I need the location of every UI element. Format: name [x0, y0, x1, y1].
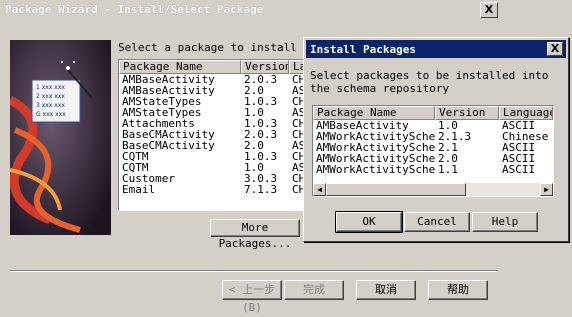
- table-row[interactable]: BaseCMActivity 2.0 AS: [119, 140, 309, 151]
- table-cell: AMBaseActivity: [122, 74, 215, 85]
- column-header-package-name[interactable]: Package Name: [313, 106, 435, 120]
- table-cell: 1.0.3: [244, 118, 278, 129]
- table-row[interactable]: CQTM 1.0 AS: [119, 162, 309, 173]
- dialog-title: Install Packages: [310, 43, 416, 56]
- help-button[interactable]: 帮助: [428, 280, 488, 300]
- table-cell: 2.0: [244, 85, 264, 96]
- scroll-thumb[interactable]: [326, 183, 466, 196]
- column-header-package-name[interactable]: Package Name: [119, 60, 241, 74]
- table-cell: CQTM: [122, 151, 149, 162]
- wizard-title: Package Wizard - Install/Select Package: [5, 3, 264, 16]
- table-cell: 2.0.3: [244, 74, 278, 85]
- dialog-title-bar: Install Packages: [306, 40, 566, 58]
- table-row[interactable]: AMBaseActivity 2.0.3 CH: [119, 74, 309, 85]
- art-line: G xxx xxx: [36, 111, 66, 118]
- art-line: 3 xxx xxx: [36, 102, 65, 109]
- column-header-language[interactable]: Language: [499, 106, 553, 120]
- table-cell: 2.0: [244, 140, 264, 151]
- scroll-left-icon[interactable]: ◀: [313, 183, 326, 196]
- table-cell: CQTM: [122, 162, 149, 173]
- table-cell: AMStateTypes: [122, 107, 202, 118]
- table-cell: 1.0: [244, 107, 264, 118]
- table-row[interactable]: CQTM 1.0.3 CH: [119, 151, 309, 162]
- table-cell: 1.0.3: [244, 96, 278, 107]
- wizard-title-bar: Package Wizard - Install/Select Package: [0, 0, 500, 20]
- table-row[interactable]: AMWorkActivitySchedule2.1 ASCII: [313, 142, 553, 153]
- table-cell: 7.1.3: [244, 184, 278, 195]
- art-line: 2 xxx xxx: [36, 93, 65, 100]
- dialog-close-button[interactable]: X: [547, 42, 563, 56]
- table-cell: ASCII: [502, 153, 536, 164]
- table-cell: 1.1: [438, 164, 458, 175]
- table-row[interactable]: AMStateTypes 1.0 AS: [119, 107, 309, 118]
- column-header-version[interactable]: Version: [435, 106, 499, 120]
- table-cell: AMWorkActivitySchedule: [316, 153, 435, 164]
- table-row[interactable]: Customer 3.0.3 CH: [119, 173, 309, 184]
- table-cell: AMWorkActivitySchedule: [316, 131, 435, 142]
- table-cell: 2.1.3: [438, 131, 472, 142]
- table-row[interactable]: Attachments 1.0.3 CH: [119, 118, 309, 129]
- table-cell: 3.0.3: [244, 173, 278, 184]
- table-cell: Customer: [122, 173, 175, 184]
- art-line: 1 xxx xxx: [36, 84, 65, 91]
- dialog-cancel-button[interactable]: Cancel: [404, 212, 470, 232]
- package-list-header: Package Name Version La: [119, 60, 309, 74]
- install-packages-dialog: Install Packages X Select packages to be…: [303, 37, 569, 242]
- table-cell: AMWorkActivitySchedule: [316, 164, 435, 175]
- scroll-right-icon[interactable]: ▶: [540, 183, 553, 196]
- wizard-illustration: 1 xxx xxx 2 xxx xxx 3 xxx xxx G xxx xxx: [10, 40, 111, 235]
- table-cell: 1.0: [438, 120, 458, 131]
- table-cell: BaseCMActivity: [122, 129, 215, 140]
- table-cell: Attachments: [122, 118, 195, 129]
- install-list-header: Package Name Version Language: [313, 106, 553, 120]
- table-row[interactable]: AMWorkActivitySchedule2.1.3 Chinese: [313, 131, 553, 142]
- table-cell: 1.0.3: [244, 151, 278, 162]
- table-cell: AMStateTypes: [122, 96, 202, 107]
- column-header-version[interactable]: Version: [241, 60, 289, 74]
- wizard-separator: [10, 270, 498, 272]
- table-cell: 2.0.3: [244, 129, 278, 140]
- table-row[interactable]: AMStateTypes 1.0.3 CH: [119, 96, 309, 107]
- table-row[interactable]: AMWorkActivitySchedule2.0 ASCII: [313, 153, 553, 164]
- table-cell: ASCII: [502, 164, 536, 175]
- table-cell: ASCII: [502, 120, 536, 131]
- cancel-button[interactable]: 取消: [356, 280, 416, 300]
- table-cell: ASCII: [502, 142, 536, 153]
- table-cell: AMBaseActivity: [122, 85, 215, 96]
- wizard-close-button[interactable]: X: [480, 2, 498, 18]
- table-cell: BaseCMActivity: [122, 140, 215, 151]
- dialog-help-button[interactable]: Help: [472, 212, 538, 232]
- more-packages-button[interactable]: More Packages...: [210, 219, 300, 250]
- horizontal-scrollbar[interactable]: ◀ ▶: [313, 183, 553, 196]
- table-cell: 2.1: [438, 142, 458, 153]
- back-button[interactable]: < 上一步(B): [222, 280, 282, 314]
- table-row[interactable]: AMBaseActivity 1.0 ASCII: [313, 120, 553, 131]
- package-list[interactable]: Package Name Version La AMBaseActivity 2.…: [118, 59, 310, 211]
- table-row[interactable]: Email 7.1.3 CH: [119, 184, 309, 195]
- table-cell: 2.0: [438, 153, 458, 164]
- table-row[interactable]: AMWorkActivitySchedule1.1 ASCII: [313, 164, 553, 175]
- table-cell: 1.0: [244, 162, 264, 173]
- ok-button[interactable]: OK: [335, 211, 403, 233]
- table-cell: Email: [122, 184, 156, 195]
- table-cell: AMWorkActivitySchedule: [316, 142, 435, 153]
- table-cell: AMBaseActivity: [316, 120, 409, 131]
- table-row[interactable]: AMBaseActivity 2.0 AS: [119, 85, 309, 96]
- install-package-list[interactable]: Package Name Version Language AMBaseActi…: [312, 105, 554, 197]
- table-cell: Chinese: [502, 131, 549, 142]
- table-row[interactable]: BaseCMActivity 2.0.3 CH: [119, 129, 309, 140]
- dialog-message: Select packages to be installed into the…: [310, 69, 549, 95]
- finish-button[interactable]: 完成: [284, 280, 344, 300]
